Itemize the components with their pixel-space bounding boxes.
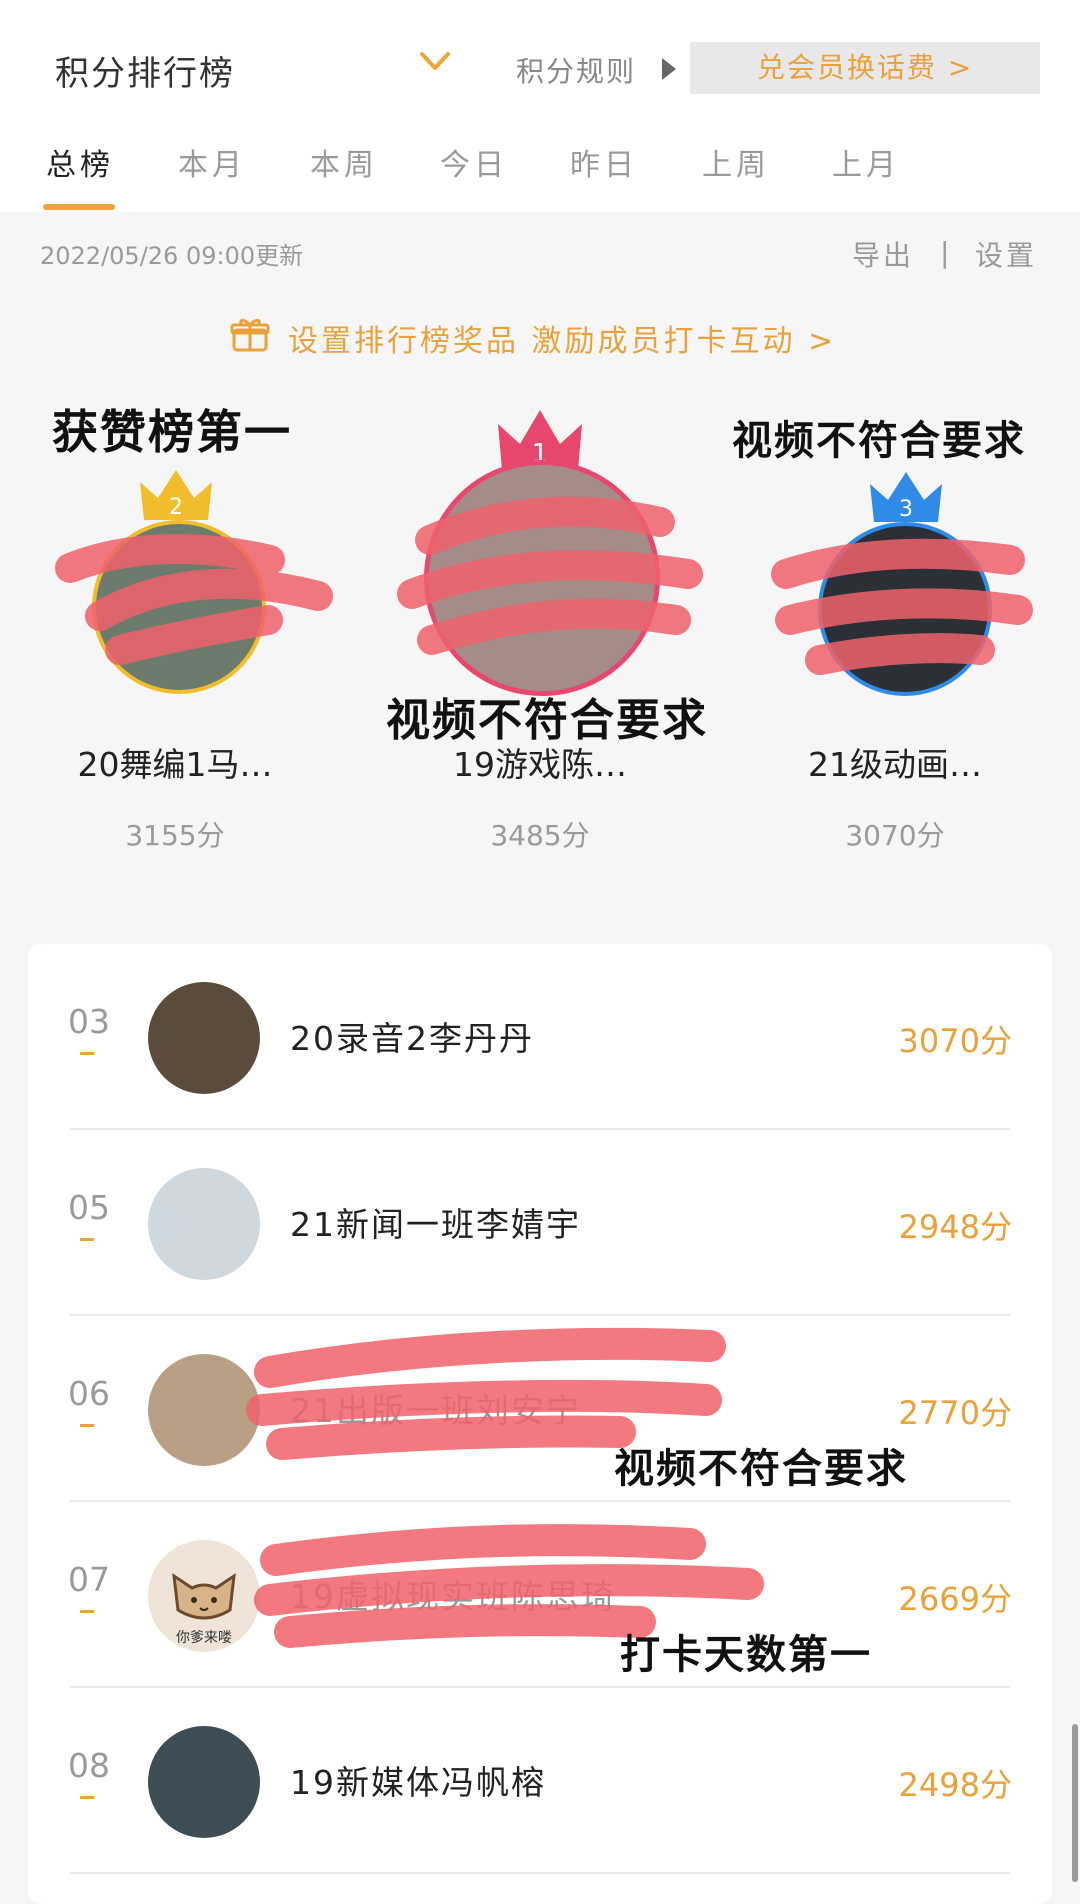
rank-number: 03 [68,1002,110,1041]
member-score: 2669分 [898,1580,1012,1618]
tab-last-week[interactable]: 上周 [702,140,770,184]
page-title: 积分排行榜 [55,54,235,94]
avatar[interactable] [148,1726,260,1838]
avatar-rank-2[interactable] [92,520,266,694]
update-timestamp: 2022/05/26 09:00更新 [40,242,304,270]
rank-number: 05 [68,1188,110,1227]
crown-icon-rank-2: 2 [140,470,212,520]
period-tabs: 总榜 本月 本周 今日 昨日 上周 上月 [0,140,1080,212]
svg-text:你爹来喽: 你爹来喽 [176,1630,232,1646]
podium-score-rank-1: 3485分 [490,819,590,852]
cat-avatar[interactable]: 你爹来喽 [148,1540,260,1652]
annotation-most-likes: 获赞榜第一 [52,405,292,459]
tab-this-week[interactable]: 本周 [310,140,378,184]
avatar[interactable] [148,1354,260,1466]
cat-icon: 你爹来喽 [172,1572,236,1646]
member-score: 3070分 [898,1022,1012,1060]
separator: | [940,236,950,269]
podium-name-rank-2: 20舞编1马… [77,745,273,784]
member-name: 21新闻一班李婧宇 [290,1205,581,1244]
points-rules-link[interactable]: 积分规则 [516,50,636,90]
active-tab-indicator [43,204,115,210]
ranking-list: 03 20录音2李丹丹 3070分 05 21新闻一班李婧宇 2948分 06 … [28,944,1052,1904]
avatar[interactable] [148,982,260,1094]
member-name: 19虚拟现实班陈思琦 [290,1577,616,1616]
podium-name-rank-3: 21级动画… [808,745,982,784]
podium-score-rank-3: 3070分 [845,819,945,852]
rank-underline [80,1052,94,1055]
rank-underline [80,1424,94,1427]
avatar[interactable] [148,1168,260,1280]
member-name: 19新媒体冯帆榕 [290,1763,546,1802]
rank-number: 06 [68,1374,110,1413]
settings-button[interactable]: 设置 [975,234,1037,274]
svg-text:3: 3 [899,497,913,522]
member-score: 2770分 [898,1394,1012,1432]
gift-icon [230,319,270,352]
annotation-most-checkins: 打卡天数第一 [620,1631,872,1678]
member-score: 2498分 [898,1766,1012,1804]
chevron-down-icon[interactable] [418,44,452,78]
redeem-membership-button[interactable]: 兑会员换话费 > [690,42,1040,94]
tab-total[interactable]: 总榜 [46,140,114,184]
rank-underline [80,1610,94,1613]
member-score: 2948分 [898,1208,1012,1246]
tab-this-month[interactable]: 本月 [178,140,246,184]
member-name: 21出版一班刘安宁 [290,1391,581,1430]
avatar-rank-3[interactable] [818,522,992,696]
annotation-video-invalid-center: 视频不符合要求 [386,695,708,746]
rank-number: 07 [68,1560,110,1599]
rank-underline [80,1238,94,1241]
top-bar: 积分排行榜 积分规则 兑会员换话费 > 总榜 本月 本周 今日 昨日 上周 上月 [0,0,1080,212]
export-button[interactable]: 导出 [852,234,914,274]
tab-today[interactable]: 今日 [440,140,508,184]
annotation-video-invalid-top: 视频不符合要求 [732,417,1026,464]
list-item[interactable]: 07 你爹来喽 19虚拟现实班陈思琦 2669分 [28,1502,1052,1688]
set-prize-promo-link[interactable]: 设置排行榜奖品 激励成员打卡互动 > [288,316,836,360]
tab-yesterday[interactable]: 昨日 [570,140,638,184]
member-name: 20录音2李丹丹 [290,1019,534,1058]
list-item[interactable]: 08 19新媒体冯帆榕 2498分 [28,1688,1052,1874]
avatar-rank-1[interactable] [424,460,660,696]
podium-score-rank-2: 3155分 [125,819,225,852]
svg-text:2: 2 [169,495,183,520]
list-item[interactable]: 05 21新闻一班李婧宇 2948分 [28,1130,1052,1316]
scrollbar[interactable] [1072,1724,1078,1882]
list-item[interactable]: 03 20录音2李丹丹 3070分 [28,944,1052,1130]
annotation-video-invalid-row6: 视频不符合要求 [614,1445,908,1492]
divider [70,1872,1010,1874]
rank-number: 08 [68,1746,110,1785]
tab-last-month[interactable]: 上月 [832,140,900,184]
rank-underline [80,1796,94,1799]
play-triangle-icon [662,58,676,80]
crown-icon-rank-3: 3 [870,472,942,522]
